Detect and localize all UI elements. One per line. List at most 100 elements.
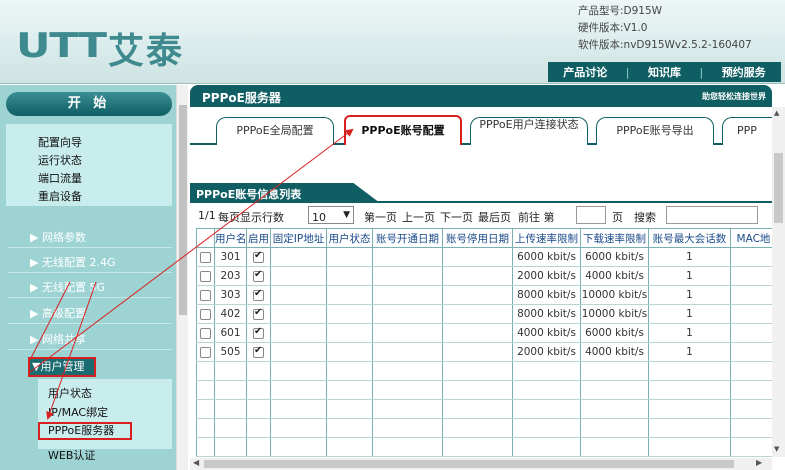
row-enabled-checkbox[interactable] [253, 307, 264, 320]
cell-upload-limit: 6000 kbit/s [512, 247, 581, 267]
sidebar-group-advanced[interactable]: ▶ 高级配置 [30, 305, 86, 321]
tab-pppoe-export[interactable]: PPPoE账号导出 [596, 117, 714, 145]
cell-user-status [326, 266, 373, 286]
row-select-checkbox[interactable] [200, 251, 211, 263]
table-row[interactable]: 203 2000 kbit/s4000 kbit/s1 [196, 266, 772, 286]
empty-cell [196, 437, 215, 457]
table-row[interactable]: 505 2000 kbit/s4000 kbit/s1 [196, 342, 772, 362]
next-page-link[interactable]: 下一页 [440, 209, 473, 225]
link-product-discussion[interactable]: 产品讨论 [563, 64, 607, 80]
scroll-right-icon[interactable]: ▶ [756, 458, 762, 467]
scroll-left-icon[interactable]: ◀ [193, 458, 199, 467]
row-enabled-checkbox[interactable] [253, 250, 264, 263]
row-enabled-checkbox[interactable] [253, 345, 264, 358]
sidebar-item-web-auth[interactable]: WEB认证 [48, 447, 95, 463]
link-book-service[interactable]: 预约服务 [722, 64, 766, 80]
sidebar-item-ip-mac-binding[interactable]: IP/MAC绑定 [48, 404, 108, 420]
sidebar-item-user-status[interactable]: 用户状态 [48, 385, 92, 401]
row-enabled-checkbox[interactable] [253, 269, 264, 282]
table-row[interactable]: 3016000 kbit/s6000 kbit/s1 [196, 247, 772, 267]
cell-download-limit: 4000 kbit/s [580, 266, 649, 286]
panel-title-bar: PPPoE服务器 助您轻松连接世界 [190, 85, 772, 107]
row-select-checkbox[interactable] [200, 270, 211, 282]
row-enabled-checkbox[interactable] [253, 326, 264, 339]
accounts-table-wrap: 用户名 启用 固定IP地址 用户状态 账号开通日期 账号停用日期 上传速率限制 下载速率限制账… [196, 228, 772, 458]
sidebar-item-status[interactable]: 运行状态 [38, 152, 82, 168]
table-row[interactable]: 601 4000 kbit/s6000 kbit/s1 [196, 323, 772, 343]
empty-cell [214, 361, 247, 381]
first-page-link[interactable]: 第一页 [364, 209, 397, 225]
tab-pppoe-connection-status[interactable]: PPPoE用户连接状态 [470, 117, 588, 145]
row-enabled-checkbox[interactable] [253, 288, 264, 301]
cell-open-date [372, 247, 443, 267]
empty-cell [246, 399, 271, 419]
main-panel: PPPoE服务器 助您轻松连接世界 PPPoE全局配置 PPPoE账号配置 PP… [190, 85, 785, 470]
cell-max-sessions: 1 [648, 304, 731, 324]
cell-user-status [326, 304, 373, 324]
tab-pppoe-accounts[interactable]: PPPoE账号配置 [344, 115, 462, 147]
sidebar-item-reboot[interactable]: 重启设备 [38, 188, 82, 204]
sidebar-item-wizard[interactable]: 配置向导 [38, 134, 82, 150]
empty-cell [580, 399, 649, 419]
page-size-select[interactable]: 10 ▼ [308, 206, 354, 224]
start-button[interactable]: 开 始 [6, 92, 172, 116]
row-select-checkbox[interactable] [200, 346, 211, 358]
empty-cell [442, 399, 513, 419]
list-title-bar: PPPoE账号信息列表 [190, 181, 772, 203]
sidebar-group-wifi-24[interactable]: ▶ 无线配置 2.4G [30, 254, 115, 270]
sidebar-item-pppoe-server[interactable]: PPPoE服务器 [38, 422, 132, 440]
divider [8, 349, 172, 350]
table-row-empty [196, 380, 772, 400]
row-select-checkbox[interactable] [200, 289, 211, 301]
page-size-value: 10 [312, 211, 326, 224]
link-knowledge-base[interactable]: 知识库 [648, 64, 681, 80]
cell-open-date [372, 304, 443, 324]
main-horizontal-scrollbar[interactable]: ◀ ▶ [190, 458, 772, 470]
sidebar-group-sharing[interactable]: ▶ 网络共享 [30, 331, 86, 347]
sidebar-group-network[interactable]: ▶ 网络参数 [30, 229, 86, 245]
page-title: PPPoE服务器 [202, 91, 281, 105]
row-select-checkbox[interactable] [200, 308, 211, 320]
sidebar-item-port-traffic[interactable]: 端口流量 [38, 170, 82, 186]
sidebar-group-user-mgmt[interactable]: ▼用户管理 [28, 357, 96, 377]
sidebar-scrollbar[interactable] [176, 85, 188, 470]
goto-page-input[interactable] [576, 206, 606, 224]
scroll-up-icon[interactable]: ▲ [774, 109, 779, 117]
scroll-thumb[interactable] [774, 153, 783, 223]
top-links: 产品讨论 | 知识库 | 预约服务 [548, 62, 781, 82]
cell-stop-date [442, 304, 513, 324]
app-window: UTT 艾泰 产品型号:D915W 硬件版本:V1.0 软件版本:nvD915W… [0, 0, 785, 470]
search-label: 搜索 [634, 211, 656, 224]
empty-cell [372, 399, 443, 419]
cell-open-date [372, 266, 443, 286]
table-row-empty [196, 361, 772, 381]
last-page-link[interactable]: 最后页 [478, 209, 511, 225]
empty-cell [246, 380, 271, 400]
empty-cell [648, 418, 731, 438]
main-vertical-scrollbar[interactable]: ▲ ▼ [772, 107, 785, 457]
scroll-thumb[interactable] [204, 460, 734, 468]
table-row[interactable]: 402 8000 kbit/s10000 kbit/s1 [196, 304, 772, 324]
scroll-thumb[interactable] [179, 105, 187, 315]
empty-cell [512, 437, 581, 457]
column-header [196, 228, 215, 248]
row-select-checkbox[interactable] [200, 327, 211, 339]
search-input[interactable] [666, 206, 758, 224]
accounts-table: 用户名 启用 固定IP地址 用户状态 账号开通日期 账号停用日期 上传速率限制 下载速率限制账… [196, 228, 772, 457]
cell-fixed-ip [270, 247, 327, 267]
tab-pppoe-global[interactable]: PPPoE全局配置 [216, 117, 334, 145]
empty-cell [214, 437, 247, 457]
scroll-down-icon[interactable]: ▼ [774, 445, 779, 453]
empty-cell [372, 380, 443, 400]
table-row[interactable]: 303 8000 kbit/s10000 kbit/s1 [196, 285, 772, 305]
cell-open-date [372, 342, 443, 362]
divider [8, 323, 172, 324]
empty-cell [270, 380, 327, 400]
column-header: MAC地 [730, 228, 772, 248]
cell-open-date [372, 285, 443, 305]
column-header: 账号开通日期 [372, 228, 443, 248]
sidebar-group-wifi-5[interactable]: ▶ 无线配置 5G [30, 279, 105, 295]
empty-cell [196, 399, 215, 419]
prev-page-link[interactable]: 上一页 [402, 209, 435, 225]
empty-cell [648, 437, 731, 457]
